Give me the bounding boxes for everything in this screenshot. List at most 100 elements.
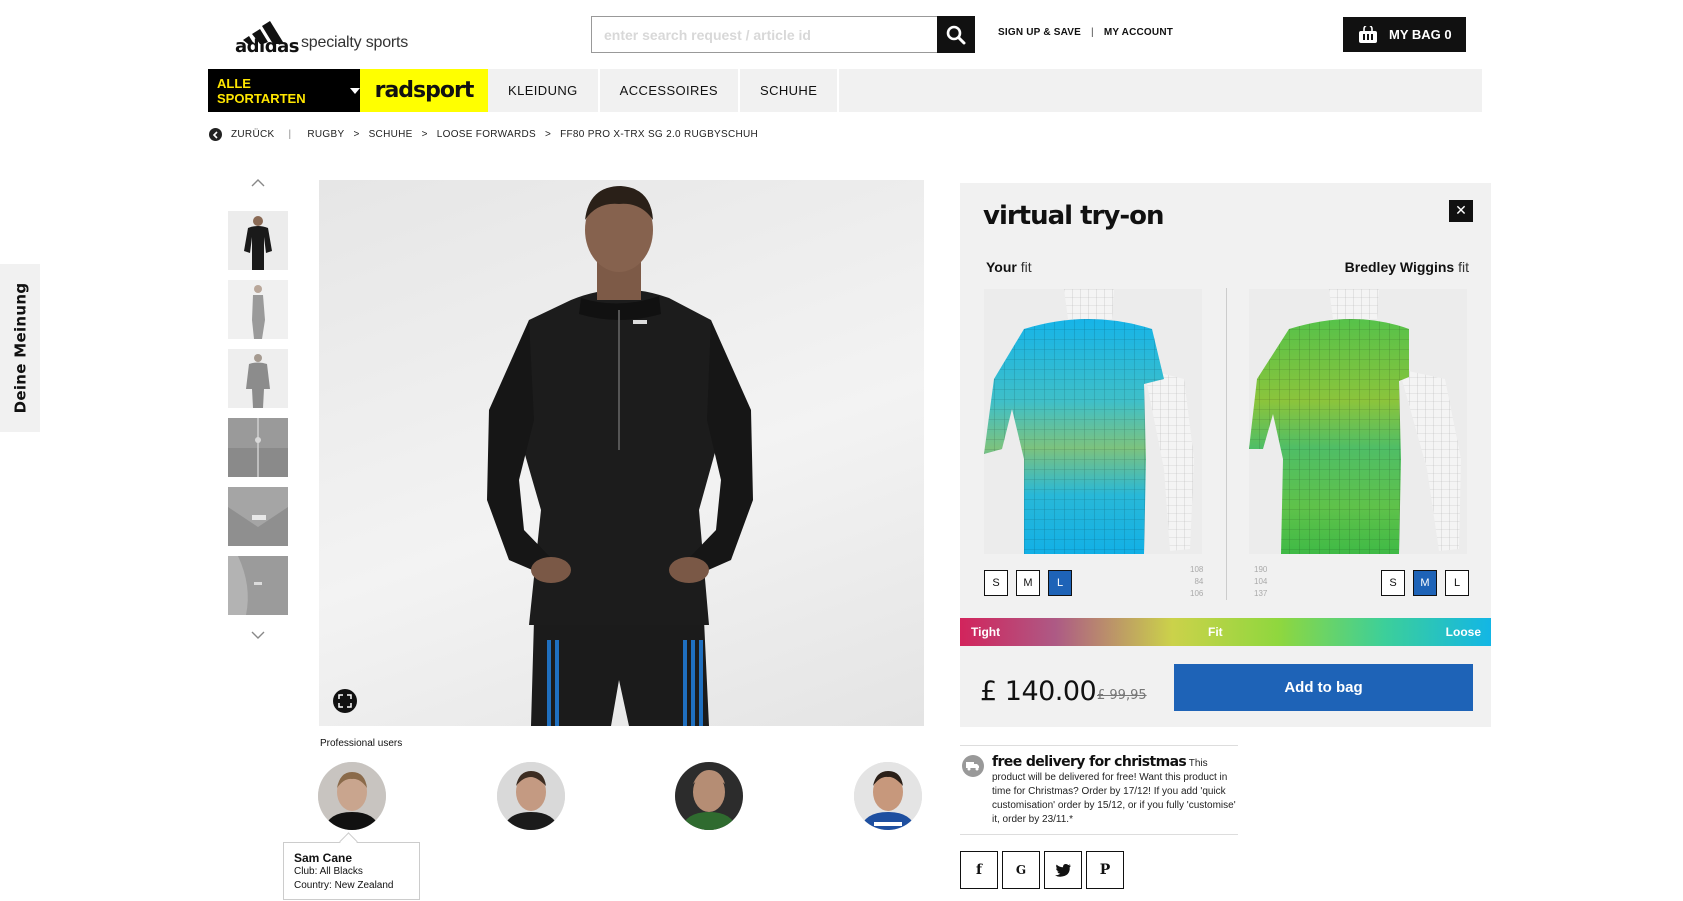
breadcrumb-divider: | (288, 129, 292, 140)
chevron-down-icon[interactable] (250, 630, 266, 640)
avatar-image (497, 762, 565, 830)
breadcrumb-item[interactable]: SCHUHE (369, 129, 413, 140)
all-sports-dropdown[interactable]: ALLE SPORTARTEN (208, 69, 360, 112)
size-option-l[interactable]: L (1445, 570, 1469, 596)
search-button[interactable] (937, 16, 975, 53)
tooltip-name: Sam Cane (294, 851, 353, 865)
nav-tab-kleidung[interactable]: KLEIDUNG (488, 69, 600, 112)
thumbnail-front[interactable] (228, 211, 288, 270)
back-link[interactable]: ZURÜCK (209, 128, 274, 141)
your-fit-label: Your fit (986, 259, 1032, 275)
delivery-truck-icon (962, 755, 984, 777)
pro-fit-model (1249, 289, 1467, 554)
thumbnail-detail-zip[interactable] (228, 418, 288, 477)
thumbnail-image (228, 487, 288, 546)
bag-icon (1359, 25, 1377, 43)
search-icon (946, 25, 966, 44)
thumbnail-back[interactable] (228, 349, 288, 408)
breadcrumb-item[interactable]: RUGBY (307, 129, 344, 140)
back-arrow-icon (209, 128, 222, 141)
pinterest-icon: P (1099, 862, 1111, 878)
back-label: ZURÜCK (231, 129, 275, 140)
bag-label: MY BAG 0 (1389, 27, 1452, 42)
thumbnail-side[interactable] (228, 280, 288, 339)
twitter-icon (1055, 863, 1071, 877)
delivery-info: free delivery for christmas This product… (960, 745, 1238, 835)
size-option-m-selected[interactable]: M (1413, 570, 1437, 596)
size-option-s[interactable]: S (1381, 570, 1405, 596)
measure-value: 190 (1254, 565, 1268, 574)
size-option-l-selected[interactable]: L (1048, 570, 1072, 596)
twitter-share-button[interactable] (1044, 851, 1082, 889)
your-fit-suffix: fit (1020, 259, 1032, 275)
delivery-title: free delivery for christmas (992, 754, 1187, 770)
fit-scale-fit: Fit (1208, 625, 1223, 639)
fit-scale-tight: Tight (971, 625, 1001, 639)
your-size-selector: S M L (984, 570, 1072, 596)
my-account-link[interactable]: MY ACCOUNT (1104, 27, 1173, 38)
breadcrumb: ZURÜCK | RUGBY > SCHUHE > LOOSE FORWARDS… (209, 128, 758, 141)
pro-user-tooltip: Sam Cane Club: All Blacks Country: New Z… (283, 842, 420, 900)
sport-logo-radsport[interactable]: radsport (360, 69, 488, 112)
product-model-illustration (487, 186, 753, 726)
your-fit-model (984, 289, 1202, 554)
add-to-bag-button[interactable]: Add to bag (1174, 664, 1473, 711)
search-box (591, 16, 975, 53)
size-option-m[interactable]: M (1016, 570, 1040, 596)
nav-tab-accessoires[interactable]: ACCESSOIRES (600, 69, 740, 112)
virtual-tryon-panel: virtual try-on ✕ Your fit Bredley Wiggin… (960, 183, 1491, 727)
thumbnail-detail-fabric[interactable] (228, 556, 288, 615)
professional-users-label: Professional users (320, 738, 403, 749)
chevron-up-icon[interactable] (250, 178, 266, 188)
feedback-tab[interactable]: Deine Meinung (0, 264, 40, 432)
close-button[interactable]: ✕ (1449, 200, 1473, 222)
tooltip-club: Club: All Blacks (294, 866, 363, 877)
adidas-logo[interactable]: adidas specialty sports (235, 12, 435, 57)
pinterest-share-button[interactable]: P (1086, 851, 1124, 889)
breadcrumb-separator: > (544, 129, 552, 140)
top-links: SIGN UP & SAVE | MY ACCOUNT (998, 27, 1173, 38)
nav-tab-schuhe[interactable]: SCHUHE (740, 69, 840, 112)
measure-value: 106 (1190, 589, 1204, 598)
product-old-price: £ 99,95 (1097, 688, 1147, 703)
measure-value: 84 (1194, 577, 1204, 586)
breadcrumb-separator: > (353, 129, 360, 140)
tooltip-country: Country: New Zealand (294, 880, 394, 891)
product-main-image[interactable] (319, 180, 924, 726)
signup-link[interactable]: SIGN UP & SAVE (998, 27, 1081, 38)
search-input[interactable] (592, 17, 937, 52)
facebook-share-button[interactable]: f (960, 851, 998, 889)
expand-icon (338, 694, 352, 708)
thumbnail-image (228, 556, 288, 615)
thumbnail-detail-logo[interactable] (228, 487, 288, 546)
measure-value: 137 (1254, 589, 1268, 598)
pro-fit-label: Bredley Wiggins fit (1345, 259, 1469, 275)
avatar-image (675, 762, 743, 830)
fit-scale-loose: Loose (1445, 625, 1481, 639)
zoom-button[interactable] (333, 689, 357, 713)
avatar-pro-user-3[interactable] (675, 762, 743, 830)
avatar-pro-user-2[interactable] (497, 762, 565, 830)
pro-measurements: 190 104 137 (1254, 564, 1267, 600)
breadcrumb-current: FF80 PRO X-TRX SG 2.0 RUGBYSCHUH (560, 129, 759, 140)
avatar-pro-user-4[interactable] (854, 762, 922, 830)
avatar-image (318, 762, 386, 830)
my-bag-button[interactable]: MY BAG 0 (1343, 17, 1466, 52)
logo-subtitle: specialty sports (301, 34, 409, 51)
thumbnail-image (228, 349, 288, 408)
breadcrumb-item[interactable]: LOOSE FORWARDS (437, 129, 536, 140)
adidas-wordmark: adidas (235, 36, 299, 57)
size-option-s[interactable]: S (984, 570, 1008, 596)
top-links-separator: | (1091, 27, 1094, 38)
avatar-pro-user-1[interactable] (318, 762, 386, 830)
feedback-label: Deine Meinung (11, 282, 30, 414)
thumbnail-image (228, 418, 288, 477)
caret-down-icon (350, 87, 360, 94)
fit-divider (1226, 288, 1227, 600)
all-sports-label: ALLE SPORTARTEN (217, 75, 306, 106)
thumbnail-image (228, 211, 288, 270)
fit-scale-bar: Tight Fit Loose (960, 618, 1491, 646)
thumbnail-image (228, 280, 288, 339)
tryon-title: virtual try-on (983, 201, 1164, 231)
google-share-button[interactable]: G (1002, 851, 1040, 889)
